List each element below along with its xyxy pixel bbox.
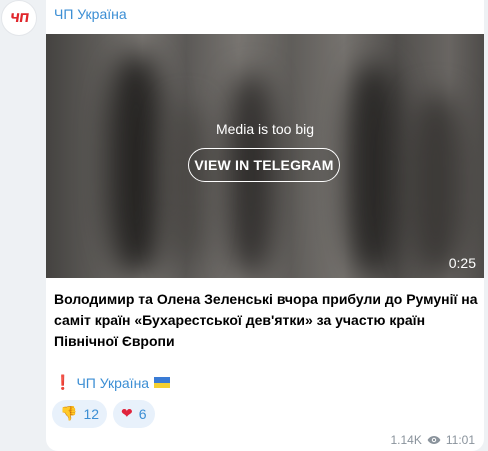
video-duration: 0:25 [448, 255, 476, 271]
message-bubble: ЧП Україна Media is too big VIEW IN TELE… [46, 0, 484, 451]
heart-icon: ❤ [121, 406, 133, 422]
post-signature: ❗ ЧП Україна [54, 374, 171, 391]
reactions-bar: 👎 12 ❤ 6 [52, 400, 155, 428]
exclamation-icon: ❗ [54, 374, 72, 390]
reaction-count: 6 [138, 406, 147, 422]
message-time: 11:01 [445, 433, 475, 447]
view-count: 1.14K [390, 433, 422, 447]
eye-icon [427, 436, 441, 444]
media-too-big-text: Media is too big [215, 121, 315, 137]
reaction-count: 12 [83, 406, 100, 422]
channel-link[interactable]: ЧП Україна [76, 375, 149, 391]
thumbs-down-icon: 👎 [60, 406, 78, 422]
reaction-heart[interactable]: ❤ 6 [113, 400, 155, 428]
view-in-telegram-button[interactable]: VIEW IN TELEGRAM [188, 148, 340, 182]
channel-avatar[interactable]: ЧП [1, 0, 37, 36]
reaction-thumbs-down[interactable]: 👎 12 [52, 400, 108, 428]
message-meta: 1.14K 11:01 [391, 433, 476, 447]
ukraine-flag-icon [154, 377, 171, 388]
avatar-logo-text: ЧП [8, 11, 30, 25]
channel-name[interactable]: ЧП Україна [54, 6, 127, 22]
post-caption: Володимир та Олена Зеленські вчора прибу… [54, 291, 478, 349]
video-preview[interactable]: Media is too big VIEW IN TELEGRAM 0:25 [46, 34, 484, 278]
